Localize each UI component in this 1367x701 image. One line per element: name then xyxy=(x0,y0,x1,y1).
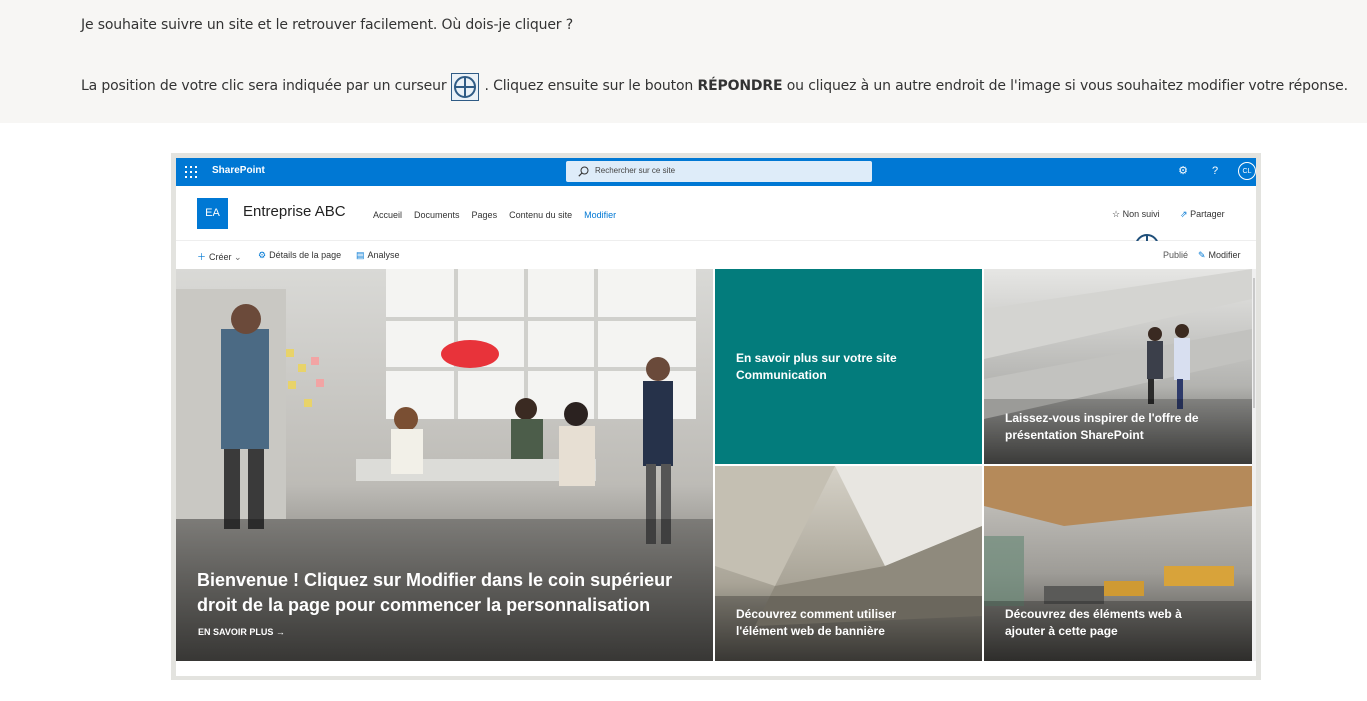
edit-label: Modifier xyxy=(1208,250,1241,260)
tile-banner-text: Découvrez comment utiliser l'élément web… xyxy=(736,607,897,638)
answer-keyword: RÉPONDRE xyxy=(697,78,783,94)
hero-tile-inspiration[interactable]: Laissez-vous inspirer de l'offre de prés… xyxy=(984,269,1252,464)
question-panel: Je souhaite suivre un site et le retrouv… xyxy=(0,0,1367,123)
arrow-right-icon: → xyxy=(275,627,285,637)
create-button[interactable]: ＋ Créer ⌄ xyxy=(197,250,242,263)
follow-label: Non suivi xyxy=(1122,209,1160,219)
analytics-button[interactable]: ▤ Analyse xyxy=(356,250,400,261)
hero-tile-communication[interactable]: En savoir plus sur votre site Communicat… xyxy=(715,269,982,464)
avatar[interactable]: CL xyxy=(1238,162,1256,180)
create-label: Créer xyxy=(209,252,232,262)
plus-icon: ＋ xyxy=(197,252,207,262)
chevron-down-icon: ⌄ xyxy=(234,252,242,262)
search-icon xyxy=(578,166,589,177)
crosshair-cursor-icon xyxy=(451,73,480,101)
learn-more-label: EN SAVOIR PLUS xyxy=(198,627,274,637)
instructions-part-1: La position de votre clic sera indiquée … xyxy=(81,78,447,94)
hero-tile-webparts[interactable]: Découvrez des éléments web à ajouter à c… xyxy=(984,466,1252,661)
page-details-label: Détails de la page xyxy=(269,250,342,260)
chart-icon: ▤ xyxy=(356,250,365,260)
nav-item-home[interactable]: Accueil xyxy=(373,210,402,220)
site-header: EA Entreprise ABC Accueil Documents Page… xyxy=(176,186,1256,258)
analytics-label: Analyse xyxy=(367,250,400,260)
hero-tile-main[interactable]: Bienvenue ! Cliquez sur Modifier dans le… xyxy=(176,269,713,661)
instructions-text: La position de votre clic sera indiquée … xyxy=(81,72,1348,101)
hero-tile-banner[interactable]: Découvrez comment utiliser l'élément web… xyxy=(715,466,982,661)
learn-more-link[interactable]: EN SAVOIR PLUS → xyxy=(198,627,285,637)
star-icon: ☆ xyxy=(1112,209,1121,219)
suite-bar: SharePoint Rechercher sur ce site ⚙ ? CL xyxy=(176,158,1256,186)
share-button[interactable]: ⇗ Partager xyxy=(1180,209,1225,220)
nav-item-documents[interactable]: Documents xyxy=(414,210,460,220)
app-name[interactable]: SharePoint xyxy=(212,165,265,176)
tile-communication-text: En savoir plus sur votre site Communicat… xyxy=(736,351,897,382)
nav-item-site-contents[interactable]: Contenu du site xyxy=(509,210,572,220)
site-logo[interactable]: EA xyxy=(197,198,228,229)
search-placeholder: Rechercher sur ce site xyxy=(595,166,676,175)
sharepoint-screenshot[interactable]: SharePoint Rechercher sur ce site ⚙ ? CL… xyxy=(176,158,1256,676)
edit-page-button[interactable]: ✎ Modifier xyxy=(1198,250,1241,261)
pencil-icon: ✎ xyxy=(1198,250,1206,260)
share-icon: ⇗ xyxy=(1180,209,1188,219)
help-icon[interactable]: ? xyxy=(1207,163,1223,179)
scrollbar-thumb[interactable] xyxy=(1253,278,1255,408)
gear-icon[interactable]: ⚙ xyxy=(1175,163,1191,179)
search-box[interactable]: Rechercher sur ce site xyxy=(566,161,872,182)
tile-inspiration-text: Laissez-vous inspirer de l'offre de prés… xyxy=(1005,411,1199,442)
tile-webparts-text: Découvrez des éléments web à ajouter à c… xyxy=(1005,607,1182,638)
nav-edit-link[interactable]: Modifier xyxy=(584,210,616,220)
site-title[interactable]: Entreprise ABC xyxy=(243,203,346,220)
hero-main-title: Bienvenue ! Cliquez sur Modifier dans le… xyxy=(197,570,673,615)
instructions-part-2: . Cliquez ensuite sur le bouton xyxy=(484,78,694,94)
gear-icon: ⚙ xyxy=(258,250,267,260)
hero-webpart: Bienvenue ! Cliquez sur Modifier dans le… xyxy=(176,269,1256,661)
question-text: Je souhaite suivre un site et le retrouv… xyxy=(81,17,573,33)
instructions-part-3: ou cliquez à un autre endroit de l'image… xyxy=(786,78,1348,94)
published-status: Publié xyxy=(1163,250,1189,260)
follow-button[interactable]: ☆ Non suivi xyxy=(1112,209,1160,220)
nav-item-pages[interactable]: Pages xyxy=(472,210,498,220)
app-launcher-icon[interactable] xyxy=(185,166,197,178)
site-navigation: Accueil Documents Pages Contenu du site … xyxy=(373,210,628,220)
command-bar: ＋ Créer ⌄ ⚙ Détails de la page ▤ Analyse Pu… xyxy=(176,241,1256,269)
share-label: Partager xyxy=(1190,209,1225,219)
page-details-button[interactable]: ⚙ Détails de la page xyxy=(258,250,341,261)
